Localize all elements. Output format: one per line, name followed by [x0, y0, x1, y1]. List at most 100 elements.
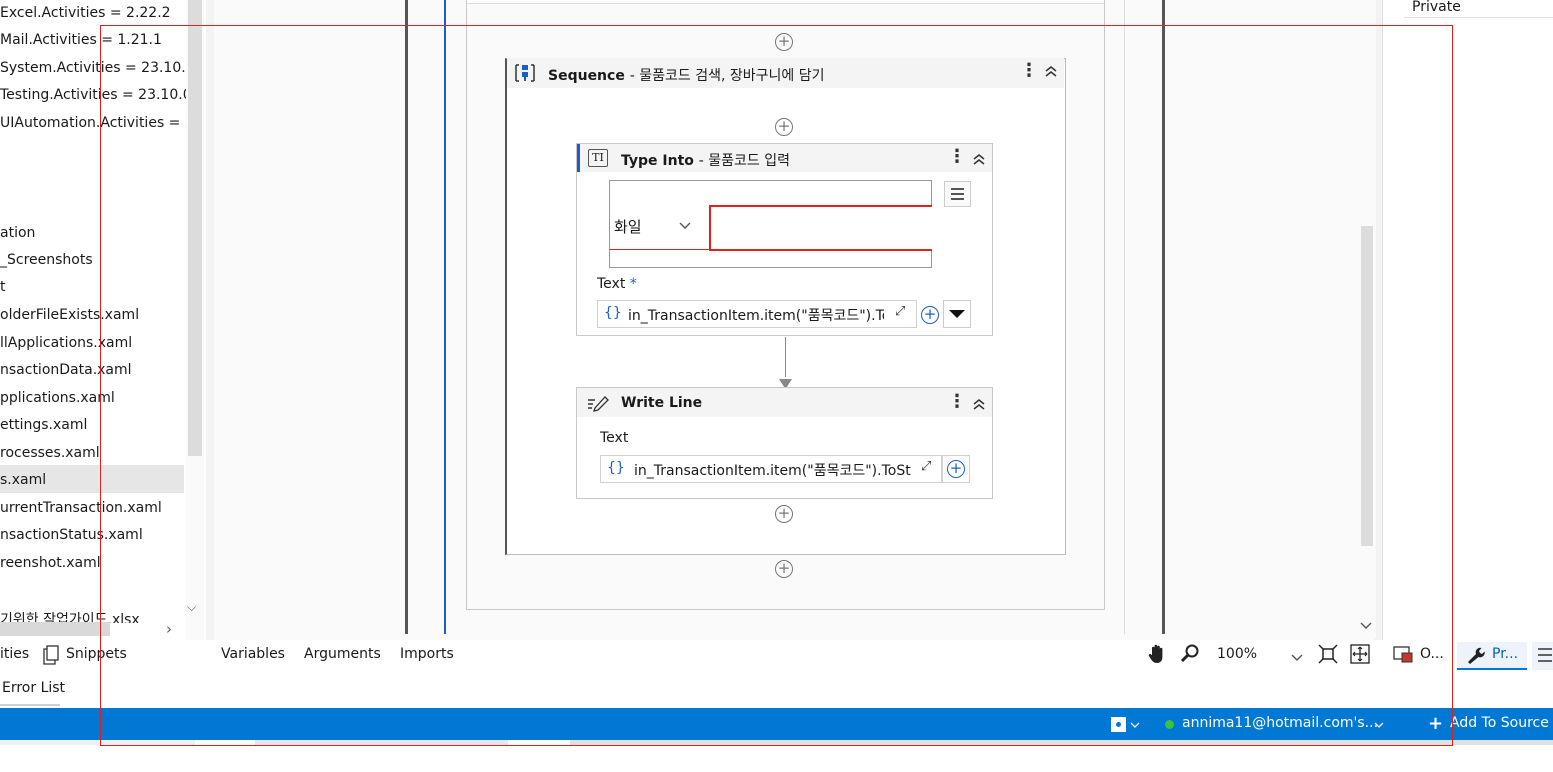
target-menu-button[interactable] — [944, 181, 971, 207]
dependency-item[interactable]: Testing.Activities = 23.10.0 — [0, 87, 192, 103]
project-panel: Excel.Activities = 2.22.2 Mail.Activitie… — [0, 0, 206, 642]
chevron-down-icon — [678, 218, 692, 236]
type-into-type: Type Into — [621, 153, 694, 169]
field-options-dropdown[interactable] — [943, 300, 971, 328]
account-label[interactable]: annima11@hotmail.com's... — [1182, 715, 1378, 731]
status-bar: annima11@hotmail.com's... + Add To Sourc… — [0, 708, 1553, 740]
flow-border-left — [405, 0, 408, 634]
error-list-bar: Error List — [0, 672, 1553, 706]
privacy-value: Private — [1412, 0, 1461, 15]
file-item[interactable]: nsactionData.xaml — [0, 362, 132, 378]
scroll-down-icon[interactable]: ⌵ — [187, 600, 196, 615]
connector-line — [785, 337, 786, 377]
type-into-collapse-icon[interactable] — [972, 151, 986, 170]
properties-panel — [1382, 0, 1553, 640]
expand-editor-icon[interactable]: ⤢ — [921, 459, 931, 474]
write-line-text-field[interactable]: {} in_TransactionItem.item("품목코드").ToStr… — [600, 455, 942, 483]
studio-window: Excel.Activities = 2.22.2 Mail.Activitie… — [0, 0, 1553, 772]
outline-icon[interactable] — [1393, 645, 1413, 667]
overview-icon[interactable] — [1350, 644, 1370, 668]
file-item[interactable]: nsactionStatus.xaml — [0, 527, 143, 543]
add-activity-icon[interactable]: + — [775, 560, 793, 578]
expression-braces-icon: {} — [607, 460, 625, 476]
dependency-item[interactable]: System.Activities = 23.10.1 — [0, 60, 195, 76]
add-activity-icon[interactable]: + — [775, 33, 793, 51]
file-item[interactable]: reenshot.xaml — [0, 555, 101, 571]
add-variable-icon[interactable]: + — [921, 306, 939, 324]
sequence-more-icon[interactable]: ⋮ — [1020, 62, 1038, 80]
file-item[interactable]: 기위한 작업가이드.xlsx — [0, 609, 140, 623]
left-scroll-thumb[interactable] — [188, 0, 202, 456]
zoom-level[interactable]: 100% — [1217, 646, 1257, 662]
scroll-right-icon[interactable]: › — [166, 620, 172, 638]
tab-error-list[interactable]: Error List — [2, 680, 65, 696]
dependency-item[interactable]: UIAutomation.Activities = 2 — [0, 115, 194, 131]
flow-border-right — [1162, 0, 1165, 634]
tab-properties[interactable]: Pr... — [1492, 646, 1518, 662]
preview-target-highlight — [709, 205, 932, 251]
scroll-down-icon[interactable] — [1359, 616, 1373, 635]
canvas-scroll-thumb[interactable] — [1361, 226, 1373, 546]
left-horizontal-scrollbar[interactable] — [0, 622, 110, 636]
dependency-item[interactable]: Excel.Activities = 2.22.2 — [0, 5, 171, 21]
preview-label: 화일 — [614, 218, 642, 236]
sequence-collapse-icon[interactable] — [1044, 64, 1058, 82]
bottom-tab-bar: ities Snippets Variables Arguments Impor… — [0, 640, 1553, 670]
type-into-text-value: in_TransactionItem.item("품목코드").To — [628, 308, 884, 324]
tab-variables[interactable]: Variables — [221, 646, 285, 662]
chevron-down-icon[interactable] — [1374, 718, 1384, 734]
preview-underline — [610, 249, 710, 250]
file-item[interactable]: ettings.xaml — [0, 417, 87, 433]
type-into-text-label: Text * — [597, 276, 637, 292]
hand-tool-icon[interactable] — [1147, 643, 1167, 669]
file-item[interactable]: rocesses.xaml — [0, 445, 100, 461]
footer-segment — [255, 740, 508, 745]
chevron-down-icon[interactable] — [1130, 718, 1140, 734]
sequence-type: Sequence — [548, 68, 625, 84]
file-item[interactable]: llApplications.xaml — [0, 335, 132, 351]
type-into-icon: TI — [588, 149, 608, 167]
snippets-icon — [42, 645, 60, 669]
add-activity-icon[interactable]: + — [775, 505, 793, 523]
sequence-display-name: 물품코드 검색, 장바구니에 담기 — [639, 68, 825, 84]
type-into-display-name: 물품코드 입력 — [708, 153, 791, 169]
zoom-search-icon[interactable] — [1180, 643, 1200, 667]
type-into-text-field[interactable]: {} in_TransactionItem.item("품목코드").To ⤢ — [597, 300, 917, 328]
wrench-icon — [1465, 645, 1485, 669]
file-item[interactable]: olderFileExists.xaml — [0, 307, 139, 323]
add-to-source-button[interactable]: Add To Source — [1450, 715, 1549, 731]
footer-segment — [0, 740, 195, 745]
type-into-more-icon[interactable]: ⋮ — [948, 148, 966, 166]
sequence-title: Sequence - 물품코드 검색, 장바구니에 담기 — [548, 68, 825, 84]
expand-editor-icon[interactable]: ⤢ — [895, 304, 905, 319]
zoom-dropdown-icon[interactable] — [1290, 648, 1304, 667]
file-item-selected[interactable]: s.xaml — [0, 472, 46, 488]
selected-flow-line — [444, 0, 446, 634]
file-item[interactable]: _Screenshots — [0, 252, 93, 268]
flow-divider — [1124, 0, 1125, 634]
dependency-item[interactable]: Mail.Activities = 1.21.1 — [0, 32, 162, 48]
tab-arguments[interactable]: Arguments — [304, 646, 381, 662]
parent-sequence-top — [467, 0, 1104, 4]
write-line-more-icon[interactable]: ⋮ — [948, 393, 966, 411]
tab-snippets[interactable]: Snippets — [66, 646, 127, 662]
robot-status-icon[interactable] — [1111, 717, 1126, 732]
sequence-icon — [514, 63, 536, 83]
footer-segment — [570, 740, 1553, 745]
add-activity-icon[interactable]: + — [775, 118, 793, 136]
write-line-icon — [586, 394, 610, 416]
tab-outline[interactable]: O... — [1420, 646, 1444, 662]
file-item[interactable]: ation — [0, 225, 35, 241]
write-line-collapse-icon[interactable] — [972, 396, 986, 415]
tab-activities[interactable]: ities — [0, 646, 29, 662]
taskbar-strip — [0, 740, 1553, 772]
error-list-underline — [0, 704, 60, 706]
add-variable-icon[interactable]: + — [947, 460, 965, 478]
file-item[interactable]: pplications.xaml — [0, 390, 115, 406]
file-item[interactable]: t — [0, 279, 6, 295]
tab-imports[interactable]: Imports — [400, 646, 454, 662]
fit-to-screen-icon[interactable] — [1318, 644, 1338, 668]
file-item[interactable]: urrentTransaction.xaml — [0, 500, 162, 516]
list-icon — [1537, 646, 1553, 668]
write-line-title: Write Line — [621, 395, 703, 411]
